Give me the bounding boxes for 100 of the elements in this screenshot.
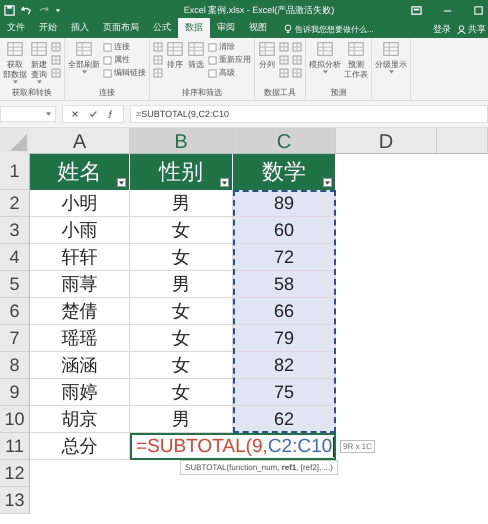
table-cell: 胡京 <box>30 406 130 433</box>
ribbon-tab[interactable]: 数据 <box>178 18 210 38</box>
column-header[interactable]: B <box>130 128 233 154</box>
table-cell: 89 <box>233 190 336 217</box>
sign-in-link[interactable]: 登录 <box>433 22 451 36</box>
table-cell: 66 <box>233 298 336 325</box>
row-header[interactable]: 12 <box>0 460 30 487</box>
grid-icon[interactable] <box>51 55 61 65</box>
ribbon-button[interactable]: 重新应用 <box>208 55 251 65</box>
group-label: 获取和转换 <box>12 88 52 99</box>
header-cell: 姓名 <box>30 154 130 190</box>
column-header[interactable]: A <box>30 128 130 154</box>
table-cell: 女 <box>130 379 233 406</box>
table-cell: 涵涵 <box>30 352 130 379</box>
save-icon[interactable] <box>4 4 15 16</box>
grid-icon[interactable] <box>292 42 302 52</box>
row-header[interactable]: 6 <box>0 298 30 325</box>
ribbon-button[interactable]: 新建 查询 <box>30 40 48 88</box>
formula-field[interactable]: =SUBTOTAL(9,C2:C10 <box>130 105 488 123</box>
grid-icon[interactable] <box>153 55 163 65</box>
ribbon-button[interactable]: 属性 <box>103 55 146 65</box>
ribbon-button[interactable]: 分列 <box>258 40 276 88</box>
customize-icon[interactable] <box>55 7 61 13</box>
ribbon-tab[interactable]: 插入 <box>64 18 96 38</box>
ribbon-tab[interactable]: 公式 <box>146 18 178 38</box>
ribbon-button[interactable]: 连接 <box>103 42 146 52</box>
ribbon-button[interactable]: 排序 <box>166 40 184 88</box>
ribbon-button[interactable]: 筛选 <box>187 40 205 88</box>
checkmark-icon[interactable] <box>89 110 97 118</box>
ribbon-display-icon[interactable] <box>411 4 422 16</box>
ribbon-tab[interactable]: 开始 <box>32 18 64 38</box>
ribbon-tab[interactable]: 审阅 <box>210 18 242 38</box>
name-box[interactable] <box>0 106 56 122</box>
header-cell: 性别 <box>130 154 233 190</box>
grid-icon[interactable] <box>292 55 302 65</box>
undo-icon[interactable] <box>21 4 32 16</box>
grid-icon[interactable] <box>51 42 61 52</box>
ribbon-button[interactable]: 预测 工作表 <box>344 40 368 88</box>
person-icon <box>457 24 466 34</box>
row-header[interactable]: 9 <box>0 379 30 406</box>
filter-button[interactable] <box>323 178 332 187</box>
ribbon-tab[interactable]: 页面布局 <box>96 18 146 38</box>
row-header[interactable]: 11 <box>0 433 30 460</box>
ribbon-tab[interactable]: 文件 <box>0 18 32 38</box>
caret-icon <box>36 80 42 84</box>
grid-icon[interactable] <box>153 68 163 78</box>
ribbon-button[interactable]: 获取 部数据 <box>3 40 27 88</box>
table-cell: 60 <box>233 217 336 244</box>
column-header[interactable]: C <box>233 128 336 154</box>
group-label: 连接 <box>99 88 115 99</box>
cancel-icon[interactable] <box>71 110 79 118</box>
tell-me-field[interactable]: 告诉我您想要做什么... <box>284 24 396 34</box>
table-cell: 雨荨 <box>30 271 130 298</box>
caret-icon <box>12 80 18 84</box>
ribbon-button[interactable]: 全部刷新 <box>68 40 100 88</box>
select-all-icon[interactable] <box>0 128 30 154</box>
row-header[interactable]: 3 <box>0 217 30 244</box>
row-header[interactable]: 10 <box>0 406 30 433</box>
ribbon-tab[interactable]: 视图 <box>242 18 274 38</box>
group-label: 排序和筛选 <box>182 88 222 99</box>
grid-icon[interactable] <box>51 68 61 78</box>
ribbon-button[interactable]: 模拟分析 <box>309 40 341 88</box>
row-header[interactable]: 1 <box>0 154 30 190</box>
group-label: 预测 <box>330 88 346 99</box>
grid-icon[interactable] <box>279 55 289 65</box>
caret-icon <box>322 70 328 74</box>
caret-icon <box>82 70 86 74</box>
maximize-icon[interactable] <box>473 4 484 16</box>
row-header[interactable]: 4 <box>0 244 30 271</box>
column-header[interactable] <box>437 128 488 154</box>
row-header[interactable]: 7 <box>0 325 30 352</box>
grid-icon[interactable] <box>279 42 289 52</box>
filter-button[interactable] <box>220 178 229 187</box>
row-header[interactable]: 2 <box>0 190 30 217</box>
column-header[interactable]: D <box>336 128 437 154</box>
grid-icon[interactable] <box>292 68 302 78</box>
table-cell: 女 <box>130 352 233 379</box>
grid-icon[interactable] <box>279 68 289 78</box>
cell-editor[interactable]: =SUBTOTAL(9,C2:C10 <box>130 433 336 460</box>
table-cell: 62 <box>233 406 336 433</box>
function-icon[interactable] <box>107 110 115 118</box>
table-cell: 小雨 <box>30 217 130 244</box>
caret-icon <box>388 70 394 74</box>
filter-button[interactable] <box>117 178 126 187</box>
grid-icon[interactable] <box>153 42 163 52</box>
row-header[interactable]: 8 <box>0 352 30 379</box>
row-header[interactable]: 5 <box>0 271 30 298</box>
ribbon-button[interactable]: 清除 <box>208 42 251 52</box>
ribbon-button[interactable]: 分级显示 <box>375 40 407 100</box>
table-cell: 58 <box>233 271 336 298</box>
group-label: 数据工具 <box>264 88 296 99</box>
header-cell: 数学 <box>233 154 336 190</box>
share-button[interactable]: 共享 <box>457 22 486 36</box>
range-size-badge: 9R x 1C <box>340 440 375 453</box>
table-cell: 75 <box>233 379 336 406</box>
row-header[interactable]: 13 <box>0 487 30 514</box>
ribbon-button[interactable]: 编辑链接 <box>103 68 146 78</box>
ribbon-button[interactable]: 高级 <box>208 68 251 78</box>
table-cell: 轩轩 <box>30 244 130 271</box>
caret-icon <box>119 180 124 184</box>
